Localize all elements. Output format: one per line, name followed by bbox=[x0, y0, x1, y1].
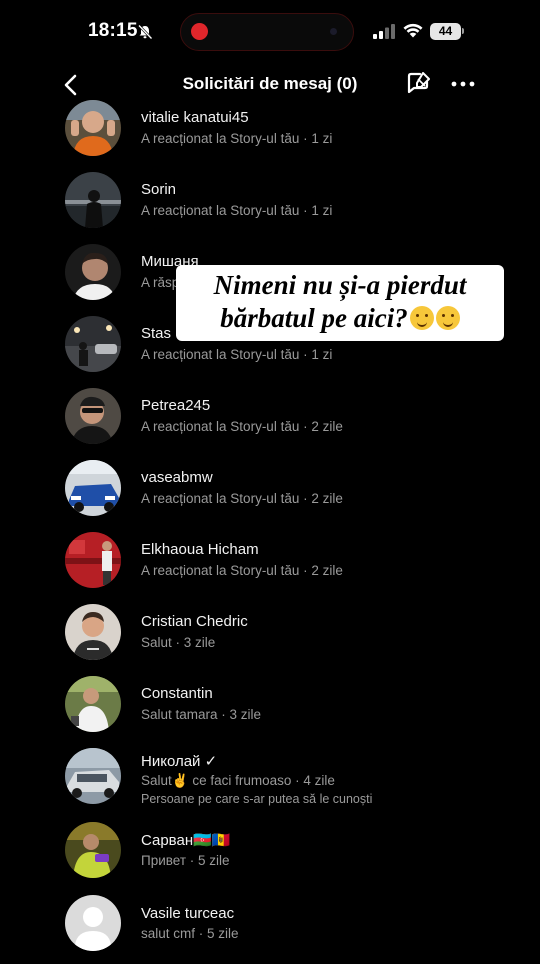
list-item[interactable]: Сарван🇦🇿🇲🇩 Привет · 5 zile bbox=[0, 820, 540, 892]
avatar[interactable] bbox=[65, 748, 121, 804]
avatar[interactable] bbox=[65, 244, 121, 300]
story-text-sticker: Nimeni nu și-a pierdut bărbatul pe aici? bbox=[176, 265, 504, 341]
request-preview: A reacționat la Story-ul tău · 2 zile bbox=[141, 563, 343, 578]
request-username: Vasile turceac bbox=[141, 905, 235, 922]
yum-emoji-icon bbox=[435, 306, 460, 330]
signal-icon bbox=[373, 24, 395, 39]
sticker-line-2: bărbatul pe aici? bbox=[220, 303, 408, 333]
avatar[interactable] bbox=[65, 316, 121, 372]
request-preview: A răsp bbox=[141, 275, 180, 290]
request-preview: Привет · 5 zile bbox=[141, 853, 230, 868]
request-preview: A reacționat la Story-ul tău · 1 zi bbox=[141, 347, 333, 362]
request-username: Petrea245 bbox=[141, 397, 211, 414]
request-username: Stas bbox=[141, 325, 172, 342]
sticker-line-1: Nimeni nu și-a pierdut bbox=[213, 270, 467, 300]
avatar[interactable] bbox=[65, 532, 121, 588]
avatar[interactable] bbox=[65, 100, 121, 156]
battery-icon: 44 bbox=[430, 23, 461, 40]
request-username: Sorin bbox=[141, 181, 177, 198]
avatar[interactable] bbox=[65, 460, 121, 516]
request-preview: A reacționat la Story-ul tău · 1 zi bbox=[141, 203, 333, 218]
request-preview: A reacționat la Story-ul tău · 2 zile bbox=[141, 491, 343, 506]
sticker-line-2-wrapper: bărbatul pe aici? bbox=[176, 302, 504, 335]
request-username: Elkhaoua Hicham bbox=[141, 541, 259, 558]
request-preview: Salut✌️ ce faci frumoaso · 4 zile bbox=[141, 773, 335, 788]
request-preview: A reacționat la Story-ul tău · 2 zile bbox=[141, 419, 343, 434]
list-item[interactable]: Cristian Chedric Salut · 3 zile bbox=[0, 604, 540, 676]
list-item[interactable]: Vasile turceac salut cmf · 5 zile bbox=[0, 892, 540, 964]
camera-dot bbox=[330, 28, 337, 35]
avatar[interactable] bbox=[65, 172, 121, 228]
request-username: Николай ✓ bbox=[141, 753, 218, 770]
compose-icon[interactable] bbox=[406, 70, 432, 98]
bell-muted-icon bbox=[138, 24, 153, 40]
recording-indicator bbox=[191, 23, 208, 40]
dynamic-island[interactable] bbox=[180, 13, 354, 51]
request-preview: A reacționat la Story-ul tău · 1 zi bbox=[141, 131, 333, 146]
request-preview: Salut · 3 zile bbox=[141, 635, 216, 650]
request-username: vitalie kanatui45 bbox=[141, 109, 249, 126]
avatar[interactable] bbox=[65, 388, 121, 444]
status-bar: 18:15 44 bbox=[0, 0, 540, 64]
request-username: Cristian Chedric bbox=[141, 613, 248, 630]
list-item[interactable]: vitalie kanatui45 A reacționat la Story-… bbox=[0, 100, 540, 172]
avatar[interactable] bbox=[65, 604, 121, 660]
request-preview: salut cmf · 5 zile bbox=[141, 926, 239, 941]
request-username: vaseabmw bbox=[141, 469, 213, 486]
status-time: 18:15 bbox=[88, 20, 138, 41]
avatar[interactable] bbox=[65, 895, 121, 951]
list-item[interactable]: Constantin Salut tamara · 3 zile bbox=[0, 676, 540, 748]
list-item[interactable]: Николай ✓ Salut✌️ ce faci frumoaso · 4 z… bbox=[0, 748, 540, 820]
more-icon[interactable] bbox=[450, 74, 476, 94]
list-item[interactable]: Elkhaoua Hicham A reacționat la Story-ul… bbox=[0, 532, 540, 604]
list-item[interactable]: vaseabmw A reacționat la Story-ul tău · … bbox=[0, 460, 540, 532]
list-item[interactable]: Sorin A reacționat la Story-ul tău · 1 z… bbox=[0, 172, 540, 244]
avatar[interactable] bbox=[65, 676, 121, 732]
request-username: Constantin bbox=[141, 685, 213, 702]
wifi-icon bbox=[403, 23, 423, 38]
list-item[interactable]: Petrea245 A reacționat la Story-ul tău ·… bbox=[0, 388, 540, 460]
avatar[interactable] bbox=[65, 822, 121, 878]
request-username: Сарван🇦🇿🇲🇩 bbox=[141, 832, 231, 849]
suggestion-label: Persoane pe care s-ar putea să le cunoșt… bbox=[141, 792, 373, 806]
rofl-emoji-icon bbox=[409, 306, 434, 330]
request-preview: Salut tamara · 3 zile bbox=[141, 707, 262, 722]
battery-tip bbox=[462, 28, 464, 34]
